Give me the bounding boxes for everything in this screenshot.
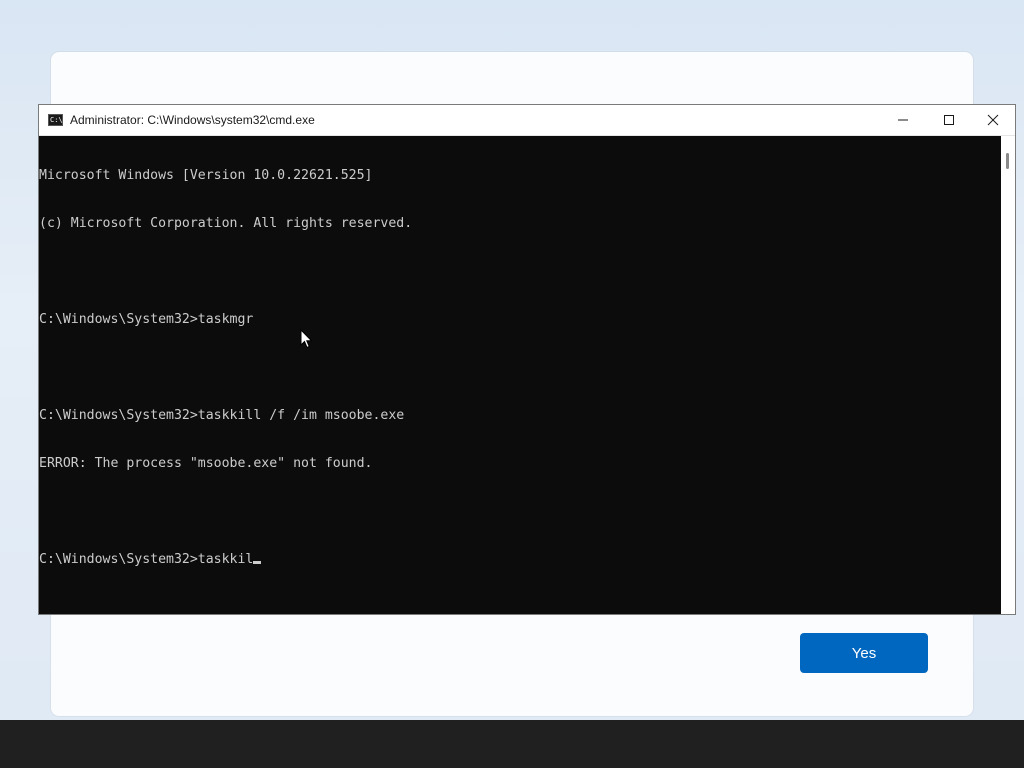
bottom-dark-strip [0, 720, 1024, 768]
scrollbar-thumb[interactable] [1006, 153, 1009, 169]
minimize-button[interactable] [880, 105, 926, 135]
minimize-icon [898, 119, 908, 121]
cmd-app-icon[interactable]: C:\ [48, 114, 63, 126]
yes-button[interactable]: Yes [800, 633, 928, 673]
cmd-window-title: Administrator: C:\Windows\system32\cmd.e… [70, 113, 315, 127]
console-line: ERROR: The process "msoobe.exe" not foun… [39, 456, 373, 471]
console-line: C:\Windows\System32>taskkill /f /im msoo… [39, 408, 405, 423]
console-line: (c) Microsoft Corporation. All rights re… [39, 216, 413, 231]
maximize-icon [944, 115, 954, 125]
console-current-line[interactable]: C:\Windows\System32>taskkil [39, 552, 1001, 568]
text-caret [253, 561, 262, 564]
console-line: C:\Windows\System32>taskmgr [39, 312, 254, 327]
mouse-pointer-icon [300, 329, 313, 349]
console-scrollbar[interactable] [1001, 136, 1015, 614]
console-output[interactable]: Microsoft Windows [Version 10.0.22621.52… [39, 136, 1001, 614]
close-icon [987, 114, 999, 126]
cmd-titlebar[interactable]: C:\ Administrator: C:\Windows\system32\c… [39, 105, 1015, 136]
maximize-button[interactable] [926, 105, 972, 135]
cmd-app-icon-glyph: C:\ [50, 116, 63, 124]
close-button[interactable] [970, 105, 1016, 135]
console-prompt-input[interactable]: C:\Windows\System32>taskkil [39, 552, 253, 567]
cmd-window[interactable]: C:\ Administrator: C:\Windows\system32\c… [38, 104, 1016, 615]
console-line: Microsoft Windows [Version 10.0.22621.52… [39, 168, 373, 183]
